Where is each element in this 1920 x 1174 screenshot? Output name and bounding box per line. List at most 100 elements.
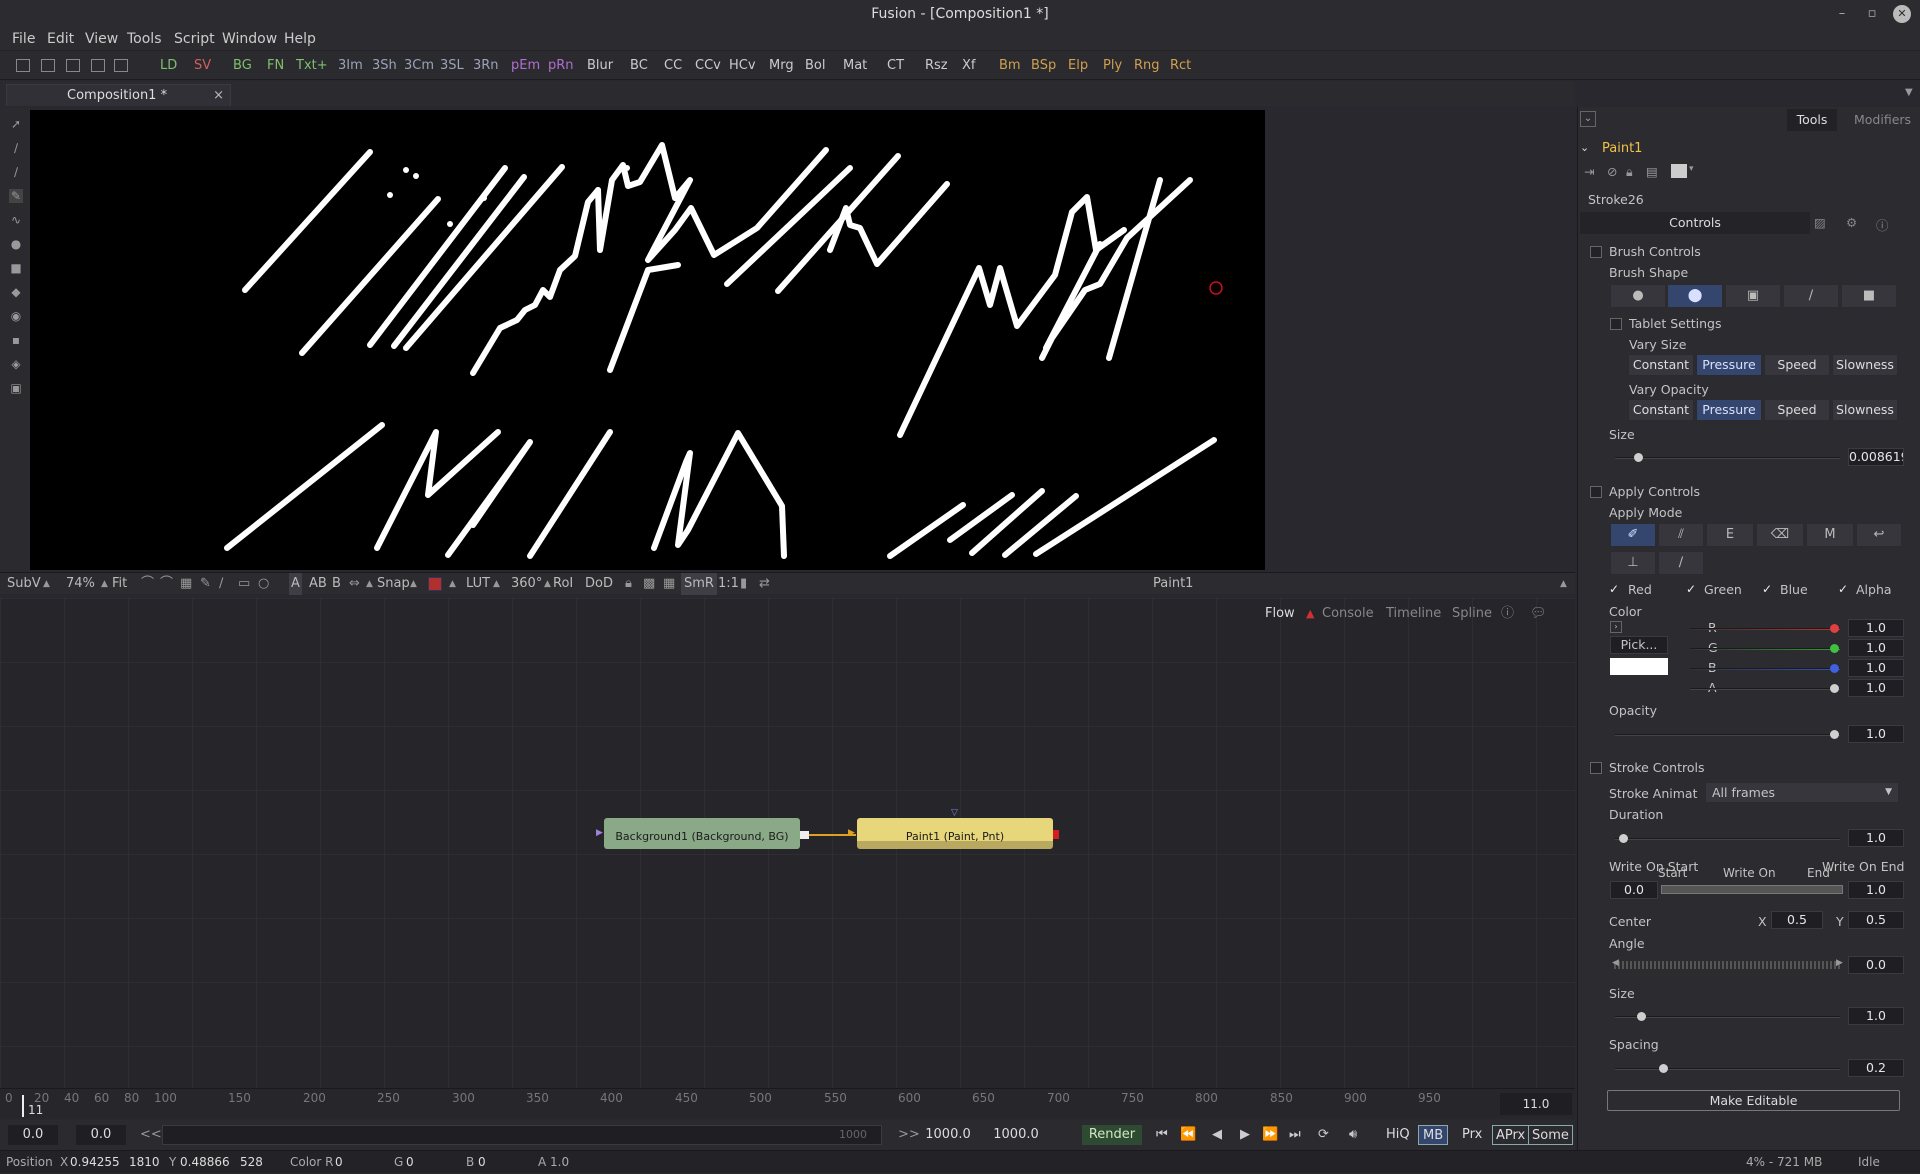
zoom-level[interactable]: 74% (66, 573, 95, 595)
layout-icon[interactable] (41, 59, 55, 72)
a-slider[interactable] (1690, 688, 1840, 690)
tab-console[interactable]: Console (1322, 606, 1374, 622)
bg-output-port[interactable] (800, 831, 809, 839)
vary-size-constant[interactable]: Constant (1628, 354, 1694, 376)
zoom-arrow-icon[interactable]: ▲ (101, 573, 108, 595)
tool-hcv[interactable]: HCv (729, 51, 756, 81)
vary-size-pressure[interactable]: Pressure (1696, 354, 1762, 376)
smr-button[interactable]: SmR (681, 573, 717, 595)
forward-button[interactable]: >> (898, 1125, 920, 1145)
maximize-button[interactable]: ▫ (1862, 4, 1882, 24)
subv-arrow-icon[interactable]: ▲ (43, 573, 50, 595)
single-pixel-brush-button[interactable]: ∕ (1783, 284, 1839, 308)
spacing-slider[interactable] (1615, 1068, 1840, 1070)
split-icon[interactable]: ⇔ (349, 573, 360, 595)
soft-brush-button[interactable]: ● (1610, 284, 1666, 308)
merge-mode-button[interactable]: M (1806, 523, 1854, 547)
brush-icon[interactable]: ✎ (200, 573, 211, 595)
tool-mat[interactable]: Mat (843, 51, 867, 81)
transparency-icon[interactable]: ▦ (663, 573, 675, 595)
tool-txt[interactable]: Txt+ (296, 51, 328, 81)
tab-close-icon[interactable]: × (213, 85, 224, 106)
render-end-field[interactable]: 1000.0 (920, 1125, 976, 1145)
tab-controls[interactable]: Controls (1580, 212, 1810, 234)
tool-cc[interactable]: CC (664, 51, 682, 81)
stamp-mode-button[interactable]: ⊥ (1610, 551, 1656, 575)
angle-right-icon[interactable]: ▶ (1836, 958, 1843, 968)
tab-timeline[interactable]: Timeline (1386, 606, 1441, 622)
pen-icon[interactable]: ∕ (219, 573, 223, 595)
vary-opacity-slowness[interactable]: Slowness (1832, 399, 1898, 421)
tool-rct[interactable]: Rct (1170, 51, 1191, 81)
tool-3sh[interactable]: 3Sh (372, 51, 397, 81)
spacing-value[interactable]: 0.2 (1848, 1059, 1904, 1077)
color-expand-icon[interactable]: › (1610, 621, 1622, 633)
info-tab-icon[interactable]: ⓘ (1876, 215, 1889, 234)
duration-slider[interactable] (1615, 838, 1840, 840)
mask-tab-icon[interactable]: ▨ (1814, 215, 1826, 230)
paint-output-port[interactable] (1053, 830, 1059, 839)
checker-icon[interactable]: ▩ (643, 573, 655, 595)
tool-rng[interactable]: Rng (1134, 51, 1160, 81)
lut-button[interactable]: LUT (466, 573, 490, 595)
r-slider-knob[interactable] (1830, 624, 1839, 633)
tool-fn[interactable]: FN (267, 51, 284, 81)
tab-spline[interactable]: Spline (1452, 606, 1492, 622)
color-channel-icon[interactable] (428, 577, 442, 591)
back-button[interactable]: << (140, 1125, 162, 1145)
opacity-slider[interactable] (1615, 734, 1840, 736)
fill-tool-icon[interactable]: ◆ (9, 285, 23, 299)
settings-gear-icon[interactable]: ⚙ (1846, 215, 1857, 230)
prx-button[interactable]: Prx (1462, 1125, 1482, 1145)
menu-script[interactable]: Script (174, 28, 215, 50)
split-arrow-icon[interactable]: ▲ (366, 573, 373, 595)
circle-tool-icon[interactable]: ● (9, 237, 23, 251)
pin-icon[interactable]: ⇥ (1584, 164, 1594, 179)
b-value[interactable]: 1.0 (1848, 659, 1904, 677)
tool-ct[interactable]: CT (887, 51, 904, 81)
rectangle-tool-icon[interactable]: ■ (9, 261, 23, 275)
tool-ply[interactable]: Ply (1103, 51, 1122, 81)
tool-ccv[interactable]: CCv (695, 51, 721, 81)
audio-icon[interactable]: 🔊︎ (1349, 1125, 1357, 1145)
opacity-slider-knob[interactable] (1830, 730, 1839, 739)
tool-bol[interactable]: Bol (805, 51, 825, 81)
circle-icon[interactable]: ○ (258, 573, 269, 595)
red-checkbox[interactable]: ✓ (1609, 583, 1620, 595)
tab-modifiers[interactable]: Modifiers (1840, 109, 1918, 131)
a-value[interactable]: 1.0 (1848, 679, 1904, 697)
lut-arrow-icon[interactable]: ▲ (493, 573, 500, 595)
disable-icon[interactable]: ⊘ (1607, 164, 1617, 179)
tool-xf[interactable]: Xf (962, 51, 975, 81)
alpha-checkbox[interactable]: ✓ (1838, 583, 1849, 595)
tool-3cm[interactable]: 3Cm (404, 51, 434, 81)
color-mode-button[interactable]: ✐ (1610, 523, 1656, 547)
lock-icon[interactable]: 🔒︎ (625, 573, 632, 595)
vary-opacity-pressure[interactable]: Pressure (1696, 399, 1762, 421)
write-on-range-slider[interactable] (1661, 885, 1843, 894)
bars-icon[interactable]: ▮ (740, 573, 747, 595)
blue-checkbox[interactable]: ✓ (1762, 583, 1773, 595)
vary-size-speed[interactable]: Speed (1764, 354, 1830, 376)
swap-icon[interactable]: ⇄ (759, 573, 770, 595)
tool-bg[interactable]: BG (233, 51, 252, 81)
tab-tools[interactable]: Tools (1787, 109, 1837, 131)
cache-icon[interactable]: ▤ (1646, 164, 1658, 179)
effect-mask-input-icon[interactable]: ▽ (951, 808, 958, 818)
first-frame-icon[interactable]: ⏮ (1156, 1125, 1168, 1145)
g-value[interactable]: 1.0 (1848, 639, 1904, 657)
stroke-size-slider[interactable] (1615, 1016, 1840, 1018)
size-slider[interactable] (1615, 457, 1840, 459)
composition-tab[interactable]: Composition1 * × (6, 84, 231, 106)
brush-controls-toggle[interactable] (1590, 246, 1602, 258)
background-node[interactable]: Background1 (Background, BG) (604, 818, 800, 849)
tool-3im[interactable]: 3Im (338, 51, 363, 81)
viewer-canvas[interactable] (30, 110, 1265, 570)
clone-multistroke-icon[interactable]: ∕ (9, 165, 23, 179)
center-y-value[interactable]: 0.5 (1848, 911, 1904, 929)
layout-icon[interactable] (91, 59, 105, 72)
menu-window[interactable]: Window (222, 28, 277, 50)
current-time-field[interactable]: 11.0 (1500, 1093, 1572, 1115)
color-swatch[interactable] (1610, 658, 1668, 675)
comment-icon[interactable]: 💬︎ (1530, 606, 1547, 622)
